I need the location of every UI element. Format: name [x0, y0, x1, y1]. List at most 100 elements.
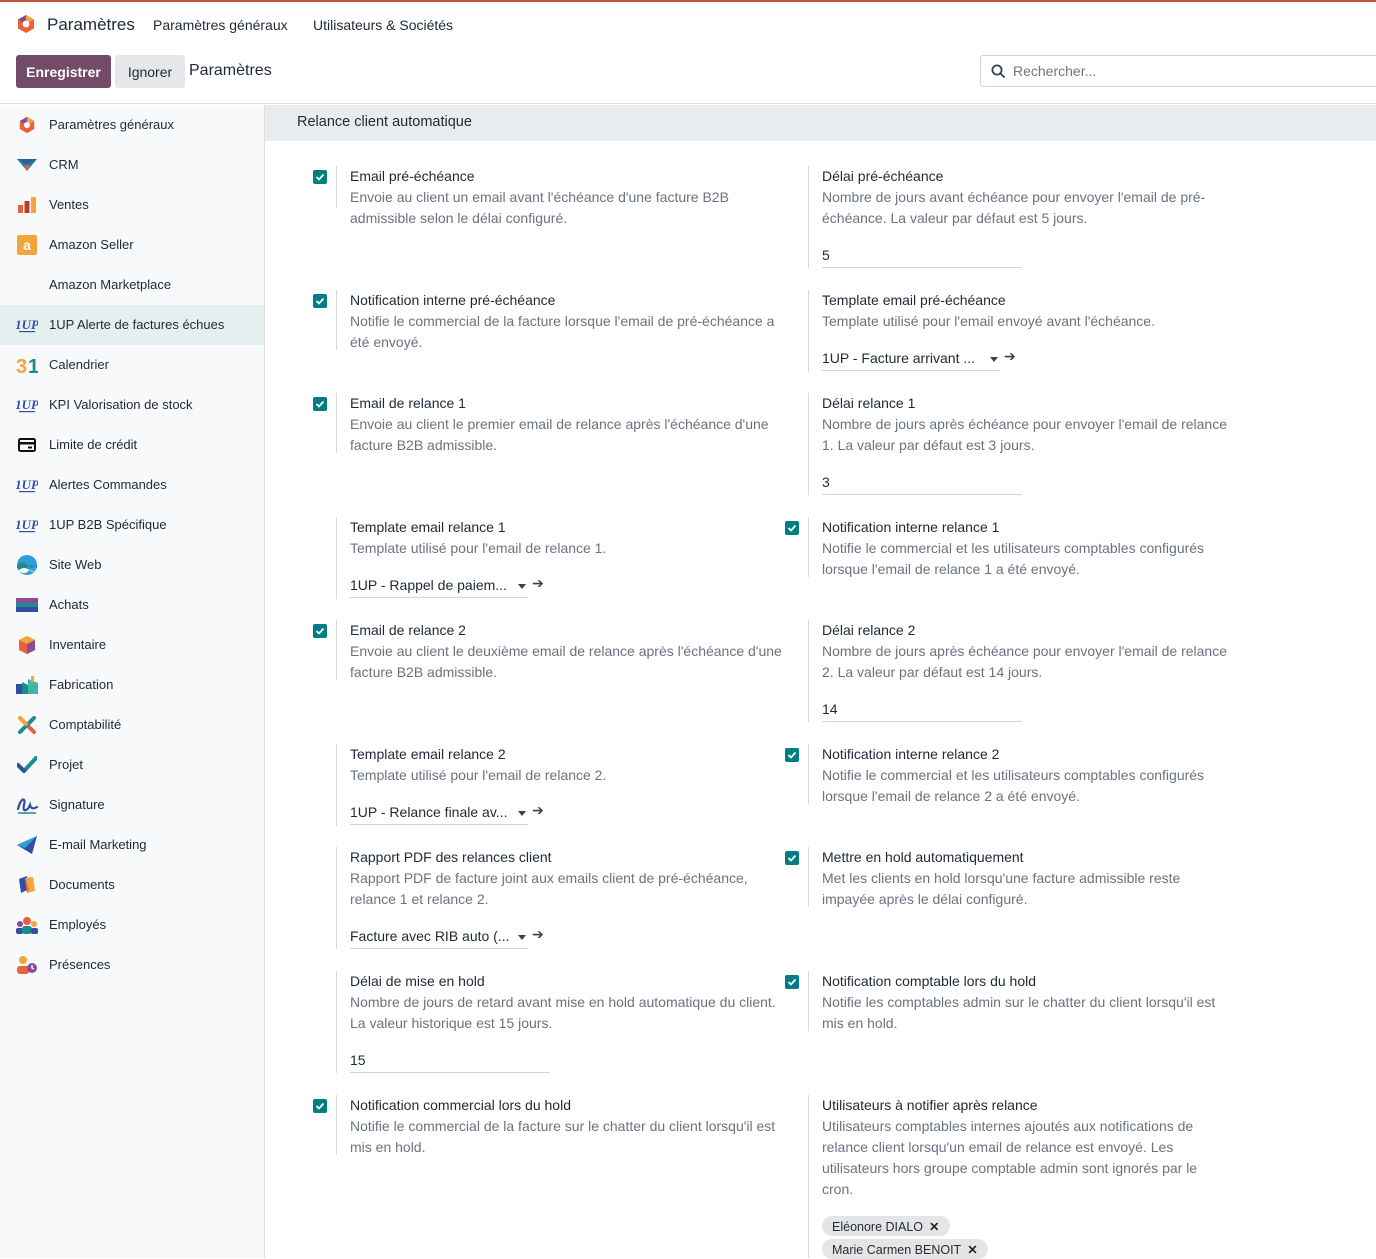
hold-delay-input[interactable]: 15	[350, 1049, 550, 1073]
checkbox[interactable]	[313, 1099, 327, 1113]
sidebar-item-employees[interactable]: Employés	[0, 905, 264, 945]
sidebar-item-label: Calendrier	[49, 357, 109, 372]
reminder2-delay-input[interactable]: 14	[822, 698, 1022, 722]
1up-icon: 1UP	[16, 514, 38, 536]
section-header: Relance client automatique	[265, 105, 1376, 141]
discard-button[interactable]: Ignorer	[115, 55, 185, 88]
setting-title: Rapport PDF des relances client	[350, 849, 552, 865]
inventory-icon	[16, 634, 38, 656]
setting-description: Notifie le commercial et les utilisateur…	[822, 540, 1205, 577]
sidebar-item-label: Alertes Commandes	[49, 477, 167, 492]
sidebar-item-label: Achats	[49, 597, 89, 612]
arrow-right-icon[interactable]: ➔	[1004, 348, 1016, 365]
sidebar-item-sales[interactable]: Ventes	[0, 185, 264, 225]
user-tag[interactable]: Marie Carmen BENOIT ✕	[822, 1239, 988, 1259]
sidebar-item-1up-b2b[interactable]: 1UP 1UP B2B Spécifique	[0, 505, 264, 545]
menu-general-settings[interactable]: Paramètres généraux	[153, 17, 288, 33]
setting-title: Notification interne relance 2	[822, 746, 1000, 762]
sidebar-item-documents[interactable]: Documents	[0, 865, 264, 905]
arrow-right-icon[interactable]: ➔	[532, 802, 544, 819]
breadcrumb: Paramètres	[189, 62, 272, 79]
menu-users-companies[interactable]: Utilisateurs & Sociétés	[313, 17, 453, 33]
setting-reminder1-notification: Notification interne relance 1 Notifie l…	[785, 517, 1232, 580]
setting-description: Notifie le commercial de la facture sur …	[350, 1118, 776, 1155]
check-icon	[315, 1102, 325, 1110]
close-icon[interactable]: ✕	[967, 1243, 977, 1257]
setting-title: Template email relance 2	[350, 746, 506, 762]
checkbox[interactable]	[785, 975, 799, 989]
sidebar-item-signature[interactable]: Signature	[0, 785, 264, 825]
sidebar-item-project[interactable]: Projet	[0, 745, 264, 785]
sidebar-item-credit-limit[interactable]: Limite de crédit	[0, 425, 264, 465]
sidebar-item-label: Signature	[49, 797, 105, 812]
sidebar-item-calendar[interactable]: 31 Calendrier	[0, 345, 264, 385]
svg-text:1UP: 1UP	[16, 477, 38, 492]
sidebar-item-crm[interactable]: CRM	[0, 145, 264, 185]
sidebar-item-amazon-marketplace[interactable]: Amazon Marketplace	[0, 265, 264, 305]
setting-title: Délai relance 1	[822, 395, 916, 411]
sidebar-item-email-marketing[interactable]: E-mail Marketing	[0, 825, 264, 865]
checkbox[interactable]	[785, 748, 799, 762]
setting-description: Template utilisé pour l'email de relance…	[350, 767, 607, 783]
sidebar-item-order-alerts[interactable]: 1UP Alertes Commandes	[0, 465, 264, 505]
search-icon	[991, 64, 1006, 79]
checkbox[interactable]	[785, 521, 799, 535]
setting-hold-delay: Délai de mise en hold Nombre de jours de…	[336, 971, 790, 1073]
settings-app-icon[interactable]	[16, 14, 36, 34]
setting-notify-users: Utilisateurs à notifier après relance Ut…	[808, 1095, 1232, 1259]
checkbox[interactable]	[313, 397, 327, 411]
setting-description: Notifie le commercial de la facture lors…	[350, 313, 775, 350]
pre-due-template-select[interactable]: 1UP - Facture arrivant ...	[822, 347, 1000, 371]
setting-title: Délai pré-échéance	[822, 168, 944, 184]
1up-icon: 1UP	[16, 314, 38, 336]
sidebar-item-label: Limite de crédit	[49, 437, 138, 452]
sidebar-item-website[interactable]: Site Web	[0, 545, 264, 585]
chevron-down-icon	[990, 357, 998, 362]
reminder2-template-select[interactable]: 1UP - Relance finale av...	[350, 801, 528, 825]
attendances-icon	[16, 954, 38, 976]
user-tag[interactable]: Eléonore DIALO ✕	[822, 1216, 950, 1236]
sidebar-item-accounting[interactable]: Comptabilité	[0, 705, 264, 745]
search-input[interactable]	[1013, 61, 1353, 81]
setting-pdf-report: Rapport PDF des relances client Rapport …	[336, 847, 790, 949]
setting-description: Nombre de jours après échéance pour envo…	[822, 416, 1228, 453]
select-value: Facture avec RIB auto (...	[350, 928, 510, 944]
svg-text:a: a	[23, 237, 31, 253]
sidebar-item-purchase[interactable]: Achats	[0, 585, 264, 625]
amazon-icon: a	[16, 234, 38, 256]
sidebar-item-1up-overdue-alert[interactable]: 1UP 1UP Alerte de factures échues	[0, 305, 264, 345]
sidebar-item-amazon-seller[interactable]: a Amazon Seller	[0, 225, 264, 265]
sidebar-item-manufacturing[interactable]: Fabrication	[0, 665, 264, 705]
sidebar-item-kpi-stock[interactable]: 1UP KPI Valorisation de stock	[0, 385, 264, 425]
checkbox[interactable]	[313, 294, 327, 308]
1up-icon: 1UP	[16, 474, 38, 496]
reminder1-template-select[interactable]: 1UP - Rappel de paiem...	[350, 574, 528, 598]
sidebar-item-general-settings[interactable]: Paramètres généraux	[0, 105, 264, 145]
svg-text:1UP: 1UP	[16, 397, 38, 412]
checkbox[interactable]	[785, 851, 799, 865]
setting-reminder1-email: Email de relance 1 Envoie au client le p…	[313, 393, 790, 456]
arrow-right-icon[interactable]: ➔	[532, 575, 544, 592]
sidebar-item-attendances[interactable]: Présences	[0, 945, 264, 985]
setting-reminder1-template: Template email relance 1 Template utilis…	[336, 517, 790, 599]
arrow-right-icon[interactable]: ➔	[532, 926, 544, 943]
pre-due-delay-input[interactable]: 5	[822, 244, 1022, 268]
reminder1-delay-input[interactable]: 3	[822, 471, 1022, 495]
checkbox[interactable]	[313, 170, 327, 184]
select-value: 1UP - Relance finale av...	[350, 804, 508, 820]
chevron-down-icon	[518, 935, 526, 940]
setting-pre-due-email: Email pré-échéance Envoie au client un e…	[313, 166, 790, 229]
setting-title: Notification interne pré-échéance	[350, 292, 556, 308]
pdf-report-select[interactable]: Facture avec RIB auto (...	[350, 925, 528, 949]
sidebar-item-label: Inventaire	[49, 637, 107, 652]
app-title[interactable]: Paramètres	[47, 15, 135, 35]
search-box[interactable]	[980, 55, 1376, 87]
checkbox[interactable]	[313, 624, 327, 638]
close-icon[interactable]: ✕	[929, 1220, 939, 1234]
setting-reminder2-notification: Notification interne relance 2 Notifie l…	[785, 744, 1232, 807]
sidebar-item-inventory[interactable]: Inventaire	[0, 625, 264, 665]
svg-text:1: 1	[28, 356, 38, 375]
save-button[interactable]: Enregistrer	[16, 55, 111, 88]
setting-description: Nombre de jours avant échéance pour envo…	[822, 189, 1206, 226]
settings-app-icon	[16, 114, 38, 136]
